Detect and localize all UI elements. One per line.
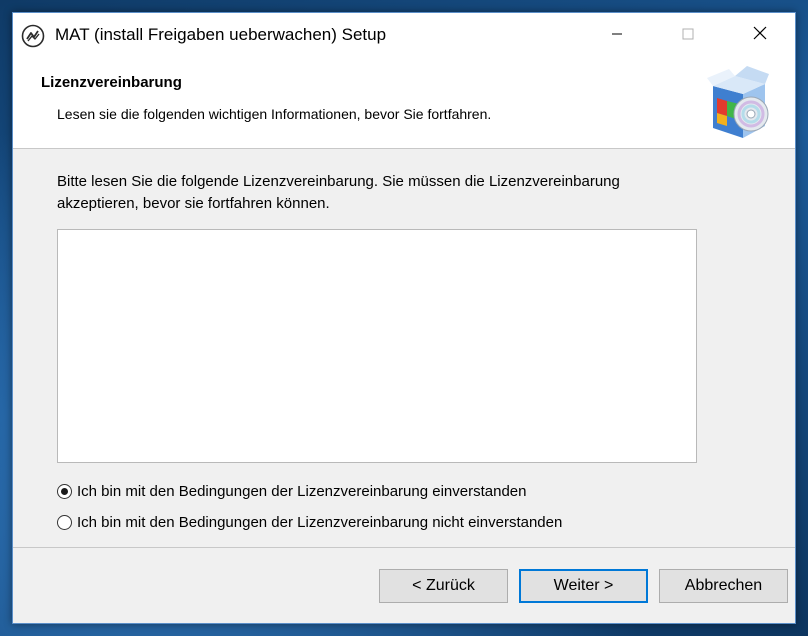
decline-label: Ich bin mit den Bedingungen der Lizenzve… bbox=[77, 514, 563, 531]
window-title: MAT (install Freigaben ueberwachen) Setu… bbox=[55, 25, 387, 44]
title-bar[interactable]: MAT (install Freigaben ueberwachen) Setu… bbox=[13, 13, 795, 58]
maximize-icon bbox=[682, 27, 694, 45]
cancel-button[interactable]: Abbrechen bbox=[659, 569, 788, 603]
next-button[interactable]: Weiter > bbox=[519, 569, 648, 603]
close-button[interactable] bbox=[725, 13, 795, 58]
page-title: Lizenzvereinbarung bbox=[41, 74, 182, 91]
minimize-icon bbox=[611, 27, 623, 45]
decline-radio[interactable] bbox=[57, 515, 72, 530]
accept-label: Ich bin mit den Bedingungen der Lizenzve… bbox=[77, 483, 527, 500]
instructions-text: Bitte lesen Sie die folgende Lizenzverei… bbox=[57, 173, 620, 212]
wizard-header: Lizenzvereinbarung Lesen sie die folgend… bbox=[13, 58, 795, 149]
footer-divider bbox=[13, 547, 795, 548]
page-subtitle: Lesen sie die folgenden wichtigen Inform… bbox=[57, 106, 492, 122]
license-text-area[interactable] bbox=[57, 229, 697, 463]
back-button[interactable]: < Zurück bbox=[379, 569, 508, 603]
minimize-button[interactable] bbox=[587, 13, 647, 58]
installer-box-cd-icon bbox=[707, 64, 771, 142]
accept-radio[interactable] bbox=[57, 484, 72, 499]
accept-option[interactable]: Ich bin mit den Bedingungen der Lizenzve… bbox=[57, 483, 526, 500]
close-icon bbox=[753, 26, 767, 45]
decline-option[interactable]: Ich bin mit den Bedingungen der Lizenzve… bbox=[57, 514, 562, 531]
maximize-button[interactable] bbox=[658, 13, 718, 58]
setup-window: MAT (install Freigaben ueberwachen) Setu… bbox=[12, 12, 796, 624]
app-logo-icon bbox=[21, 24, 45, 48]
